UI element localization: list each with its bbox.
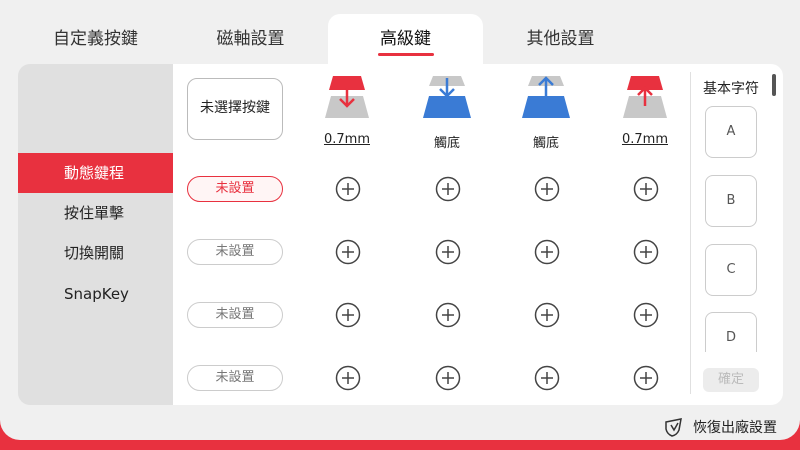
char-button-a[interactable]: A <box>705 106 757 158</box>
add-action-icon[interactable] <box>633 239 659 265</box>
row-key-button[interactable]: 未設置 <box>187 365 283 391</box>
column-header-bottom-up: 觸底 <box>514 74 578 151</box>
key-release-up-red-icon <box>623 76 667 118</box>
row-key-button[interactable]: 未設置 <box>187 176 283 202</box>
key-bottom-up-blue-icon <box>522 76 570 118</box>
sidebar-item-label: SnapKey <box>64 285 129 303</box>
sidebar-item-label: 按住單擊 <box>64 204 125 222</box>
add-action-icon[interactable] <box>534 365 560 391</box>
add-action-icon[interactable] <box>435 176 461 202</box>
active-tab-indicator <box>377 53 434 56</box>
column-label: 觸底 <box>532 136 559 151</box>
tab-label: 自定義按鍵 <box>53 29 138 49</box>
tab-custom-keys[interactable]: 自定義按鍵 <box>18 14 173 64</box>
sidebar: 動態鍵程 按住單擊 切換開關 SnapKey <box>18 64 173 405</box>
add-action-icon[interactable] <box>633 302 659 328</box>
add-action-icon[interactable] <box>633 365 659 391</box>
add-action-icon[interactable] <box>534 239 560 265</box>
char-button-b[interactable]: B <box>705 175 757 227</box>
column-header-release: 0.7mm <box>613 74 677 147</box>
sidebar-item-label: 切換開關 <box>64 244 125 262</box>
tab-label: 磁軸設置 <box>216 29 285 49</box>
confirm-button[interactable]: 確定 <box>703 368 759 392</box>
add-action-icon[interactable] <box>335 302 361 328</box>
key-bottom-down-blue-icon <box>423 76 471 118</box>
tab-magnetic-switch[interactable]: 磁軸設置 <box>173 14 328 64</box>
divider <box>690 72 691 394</box>
column-label: 觸底 <box>433 136 460 151</box>
column-label: 0.7mm <box>621 132 668 147</box>
key-press-down-red-icon <box>325 76 369 118</box>
app-frame: 自定義按鍵 磁軸設置 高級鍵 其他設置 動態鍵程 按住單擊 切換開關 SnapK… <box>0 0 800 440</box>
add-action-icon[interactable] <box>534 176 560 202</box>
reset-icon <box>665 418 682 437</box>
add-action-icon[interactable] <box>633 176 659 202</box>
tab-label: 高級鍵 <box>380 29 431 49</box>
sidebar-item-toggle[interactable]: 切換開關 <box>18 233 173 273</box>
char-button-d[interactable]: D <box>705 312 757 352</box>
reset-label: 恢復出廠設置 <box>693 420 777 436</box>
sidebar-item-dynamic-keystroke[interactable]: 動態鍵程 <box>18 153 173 193</box>
chars-scrollbar[interactable] <box>772 74 776 96</box>
select-key-button[interactable]: 未選擇按鍵 <box>187 78 283 140</box>
sidebar-item-hold-tap[interactable]: 按住單擊 <box>18 193 173 233</box>
char-list: A B C D <box>703 104 759 352</box>
column-label: 0.7mm <box>323 132 370 147</box>
basic-chars-title: 基本字符 <box>703 81 759 97</box>
add-action-icon[interactable] <box>534 302 560 328</box>
tab-other-settings[interactable]: 其他設置 <box>483 14 638 64</box>
add-action-icon[interactable] <box>435 239 461 265</box>
factory-reset-button[interactable]: 恢復出廠設置 <box>663 414 777 440</box>
column-header-press: 0.7mm <box>315 74 379 147</box>
sidebar-item-label: 動態鍵程 <box>64 164 125 182</box>
add-action-icon[interactable] <box>335 176 361 202</box>
add-action-icon[interactable] <box>435 365 461 391</box>
add-action-icon[interactable] <box>335 365 361 391</box>
row-key-button[interactable]: 未設置 <box>187 239 283 265</box>
tab-bar: 自定義按鍵 磁軸設置 高級鍵 其他設置 <box>0 0 800 64</box>
tab-label: 其他設置 <box>526 29 595 49</box>
main-panel: 未選擇按鍵 0.7mm 觸底 觸底 0.7mm 未設置 未設置 未設置 未設置 … <box>173 64 783 405</box>
char-button-c[interactable]: C <box>705 244 757 296</box>
column-header-bottom-down: 觸底 <box>415 74 479 151</box>
add-action-icon[interactable] <box>435 302 461 328</box>
row-key-button[interactable]: 未設置 <box>187 302 283 328</box>
add-action-icon[interactable] <box>335 239 361 265</box>
tab-advanced-keys[interactable]: 高級鍵 <box>328 14 483 64</box>
sidebar-item-snapkey[interactable]: SnapKey <box>18 274 173 314</box>
